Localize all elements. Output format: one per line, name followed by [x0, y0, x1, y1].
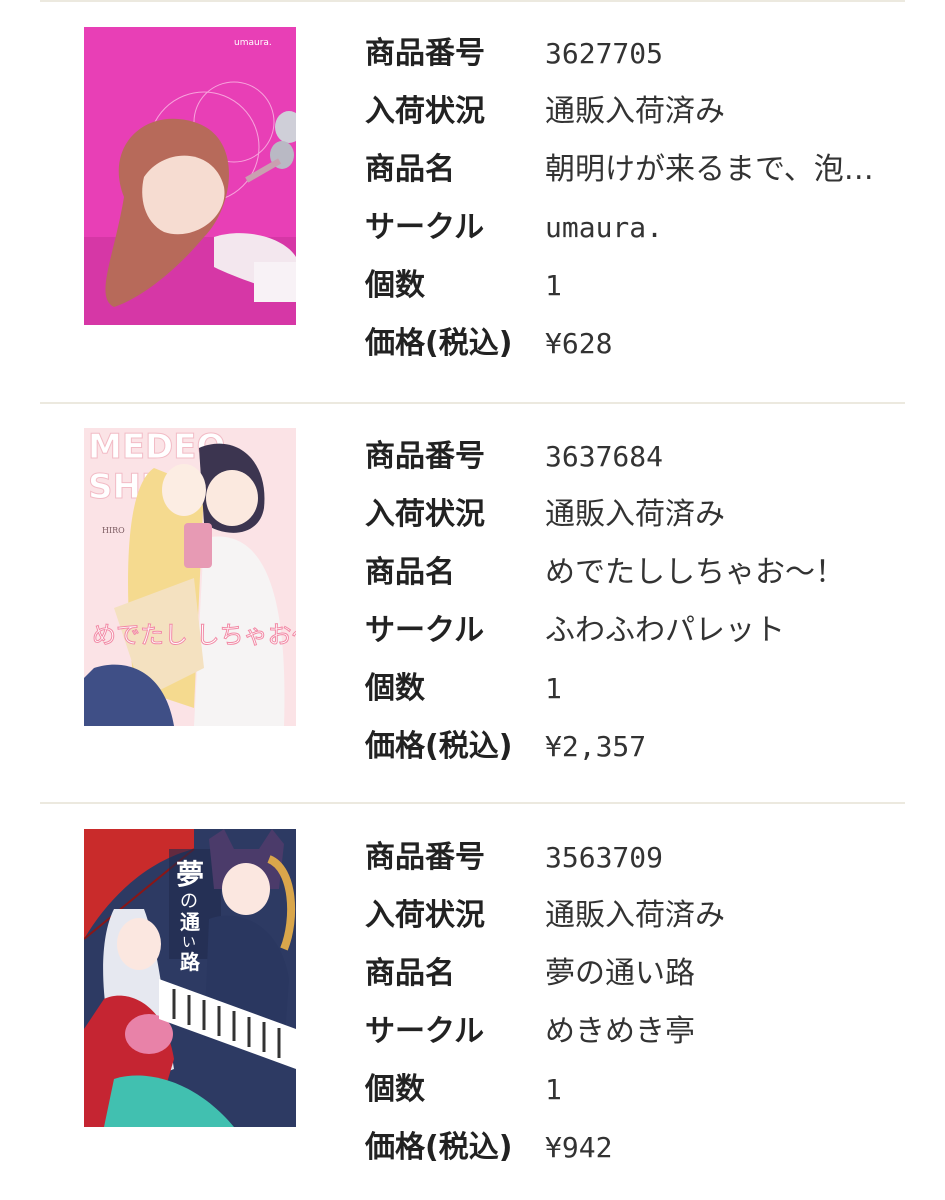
- label-stock-status: 入荷状況: [365, 497, 485, 532]
- label-price: 価格(税込): [365, 1130, 513, 1165]
- cover-brand: umaura.: [234, 38, 272, 48]
- label-product-name: 商品名: [365, 555, 455, 590]
- row-stock-status: 入荷状況 通販入荷済み: [365, 887, 925, 945]
- cover-author: HIRO: [102, 526, 125, 535]
- cover-title: 通: [180, 910, 200, 934]
- cover-art: MEDEO SHI めでたし しちゃお～ HIRO: [84, 428, 296, 726]
- label-quantity: 個数: [365, 1072, 425, 1107]
- quantity-value: 1: [545, 672, 562, 705]
- label-quantity: 個数: [365, 671, 425, 706]
- book-cover-image[interactable]: umaura.: [84, 27, 296, 325]
- label-stock-status: 入荷状況: [365, 898, 485, 933]
- product-name-link[interactable]: 夢の通い路: [545, 945, 695, 1003]
- item-divider: [40, 802, 905, 804]
- label-circle: サークル: [365, 1014, 485, 1049]
- row-price: 価格(税込) ¥942: [365, 1119, 925, 1177]
- quantity-value: 1: [545, 269, 562, 302]
- price-value: ¥628: [545, 327, 613, 360]
- label-circle: サークル: [365, 613, 485, 648]
- cover-art: umaura.: [84, 27, 296, 325]
- row-quantity: 個数 1: [365, 660, 925, 718]
- cover-title: い: [182, 935, 196, 951]
- product-number: 3627705: [545, 37, 664, 70]
- price-value: ¥942: [545, 1131, 613, 1164]
- row-circle: サークル めきめき亭: [365, 1003, 925, 1061]
- row-product-number: 商品番号 3627705: [365, 25, 925, 83]
- label-product-number: 商品番号: [365, 439, 485, 474]
- row-stock-status: 入荷状況 通販入荷済み: [365, 486, 925, 544]
- item-divider: [40, 402, 905, 404]
- book-cover-image[interactable]: MEDEO SHI めでたし しちゃお～ HIRO: [84, 428, 296, 726]
- row-quantity: 個数 1: [365, 257, 925, 315]
- quantity-value: 1: [545, 1073, 562, 1106]
- product-name-link[interactable]: 朝明けが来るまで、泡…: [545, 141, 874, 199]
- label-circle: サークル: [365, 210, 485, 245]
- row-product-number: 商品番号 3637684: [365, 428, 925, 486]
- price-value: ¥2,357: [545, 730, 647, 763]
- label-product-name: 商品名: [365, 956, 455, 991]
- label-price: 価格(税込): [365, 729, 513, 764]
- cover-art: 夢 の 通 い 路: [84, 829, 296, 1127]
- label-product-name: 商品名: [365, 152, 455, 187]
- label-product-number: 商品番号: [365, 840, 485, 875]
- item-details: 商品番号 3637684 入荷状況 通販入荷済み 商品名 めでたししちゃお～！ …: [365, 428, 925, 776]
- product-number: 3637684: [545, 440, 664, 473]
- cover-title: 夢: [176, 858, 204, 891]
- row-stock-status: 入荷状況 通販入荷済み: [365, 83, 925, 141]
- row-product-name: 商品名 朝明けが来るまで、泡…: [365, 141, 925, 199]
- label-stock-status: 入荷状況: [365, 94, 485, 129]
- order-item[interactable]: MEDEO SHI めでたし しちゃお～ HIRO 商品番号 3637684 入…: [0, 428, 945, 788]
- book-cover-image[interactable]: 夢 の 通 い 路: [84, 829, 296, 1127]
- order-item[interactable]: 夢 の 通 い 路 商品番号 3563709 入荷状況 通販入荷済み 商品名 夢…: [0, 829, 945, 1189]
- label-price: 価格(税込): [365, 326, 513, 361]
- item-details: 商品番号 3627705 入荷状況 通販入荷済み 商品名 朝明けが来るまで、泡……: [365, 25, 925, 373]
- row-product-name: 商品名 夢の通い路: [365, 945, 925, 1003]
- stock-status: 通販入荷済み: [545, 898, 725, 933]
- row-price: 価格(税込) ¥628: [365, 315, 925, 373]
- cover-title: 路: [180, 950, 201, 974]
- product-name-link[interactable]: めでたししちゃお～！: [545, 544, 845, 602]
- circle-name[interactable]: ふわふわパレット: [545, 602, 785, 660]
- row-product-number: 商品番号 3563709: [365, 829, 925, 887]
- stock-status: 通販入荷済み: [545, 497, 725, 532]
- item-details: 商品番号 3563709 入荷状況 通販入荷済み 商品名 夢の通い路 サークル …: [365, 829, 925, 1177]
- row-circle: サークル ふわふわパレット: [365, 602, 925, 660]
- product-number: 3563709: [545, 841, 664, 874]
- row-product-name: 商品名 めでたししちゃお～！: [365, 544, 925, 602]
- label-quantity: 個数: [365, 268, 425, 303]
- row-circle: サークル umaura.: [365, 199, 925, 257]
- top-divider: [40, 0, 905, 2]
- row-price: 価格(税込) ¥2,357: [365, 718, 925, 776]
- row-quantity: 個数 1: [365, 1061, 925, 1119]
- label-product-number: 商品番号: [365, 36, 485, 71]
- order-item[interactable]: umaura. 商品番号 3627705 入荷状況 通販入荷済み 商品名 朝明け…: [0, 25, 945, 385]
- circle-name[interactable]: umaura.: [545, 199, 663, 257]
- stock-status: 通販入荷済み: [545, 94, 725, 129]
- cover-title: の: [180, 891, 198, 912]
- circle-name[interactable]: めきめき亭: [545, 1003, 695, 1061]
- cover-title: めでたし しちゃお～: [92, 621, 296, 649]
